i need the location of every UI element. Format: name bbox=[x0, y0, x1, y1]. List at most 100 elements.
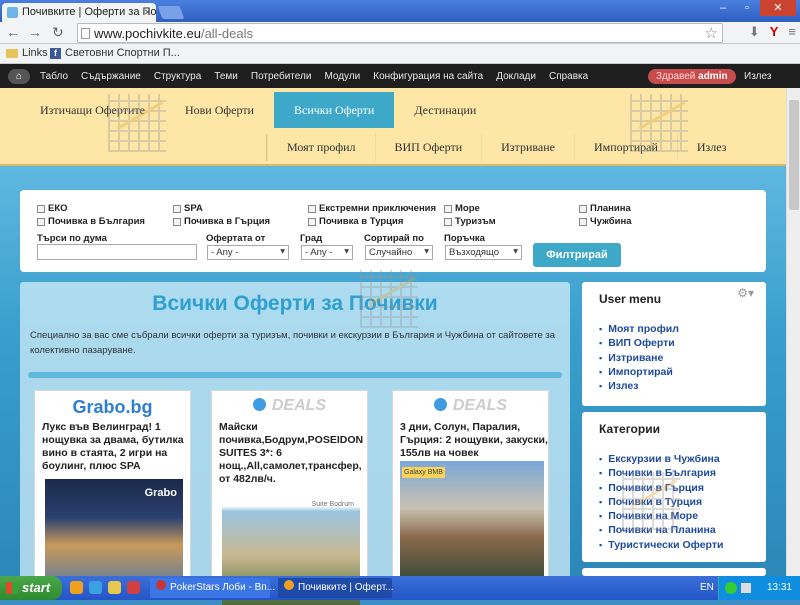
checkbox-box[interactable] bbox=[444, 217, 452, 226]
category-item[interactable]: Туристически Оферти bbox=[599, 538, 723, 552]
new-tab-button[interactable] bbox=[157, 6, 185, 19]
checkbox-box[interactable] bbox=[444, 204, 452, 213]
admin-item-structure[interactable]: Структура bbox=[154, 71, 201, 82]
checkbox-abroad[interactable]: Чужбина bbox=[579, 216, 632, 227]
checkbox-box[interactable] bbox=[308, 217, 316, 226]
gear-icon[interactable]: ⚙▾ bbox=[737, 286, 754, 300]
explorer-icon[interactable] bbox=[108, 581, 121, 594]
source-label: DEALS bbox=[452, 397, 508, 414]
taskbar-item-chrome[interactable]: Почивките | Оферт... bbox=[278, 578, 394, 598]
close-tab-icon[interactable]: × bbox=[144, 5, 151, 19]
media-icon[interactable] bbox=[127, 581, 140, 594]
deal-title[interactable]: 3 дни, Солун, Паралия, Гърция: 2 нощувки… bbox=[400, 421, 548, 460]
close-window-icon[interactable]: ✕ bbox=[760, 0, 796, 16]
checkbox-greece[interactable]: Почивка в Гърция bbox=[173, 216, 270, 227]
nav-my-profile[interactable]: Моят профил bbox=[267, 134, 375, 161]
checkbox-spa[interactable]: SPA bbox=[173, 203, 203, 214]
bookmark-links[interactable]: Links bbox=[6, 47, 48, 59]
user-menu-item[interactable]: Импортирай bbox=[599, 365, 679, 379]
admin-item-modules[interactable]: Модули bbox=[324, 71, 360, 82]
checkbox-box[interactable] bbox=[37, 217, 45, 226]
download-icon[interactable]: ⬇ bbox=[749, 24, 760, 40]
ie-icon[interactable] bbox=[89, 581, 102, 594]
user-menu-item[interactable]: Излез bbox=[599, 379, 679, 393]
watermark-icon bbox=[108, 94, 166, 152]
forward-icon[interactable]: → bbox=[28, 24, 42, 40]
user-menu-item[interactable]: Изтриване bbox=[599, 351, 679, 365]
balloon-icon bbox=[433, 398, 447, 411]
taskbar-item-pokerstars[interactable]: PokerStars Лоби - Вп... bbox=[150, 578, 275, 598]
checkbox-tourism[interactable]: Туризъм bbox=[444, 216, 496, 227]
offer-from-select[interactable]: - Any - bbox=[207, 245, 289, 260]
volume-icon[interactable] bbox=[741, 583, 751, 593]
order-select[interactable]: Възходящо bbox=[445, 245, 522, 260]
user-menu-block: User menu ⚙▾ Моят профил ВИП Оферти Изтр… bbox=[582, 282, 766, 406]
deal-title[interactable]: Лукс във Велинград! 1 нощувка за двама, … bbox=[42, 421, 190, 473]
admin-item-content[interactable]: Съдържание bbox=[81, 71, 141, 82]
nav-destinations[interactable]: Дестинации bbox=[394, 92, 496, 128]
admin-item-dashboard[interactable]: Табло bbox=[40, 71, 68, 82]
admin-item-reports[interactable]: Доклади bbox=[496, 71, 536, 82]
city-select[interactable]: - Any - bbox=[301, 245, 353, 260]
deal-card[interactable]: DEALS 3 дни, Солун, Паралия, Гърция: 2 н… bbox=[392, 390, 549, 580]
admin-logout-link[interactable]: Излез bbox=[744, 71, 771, 82]
category-item[interactable]: Екскурзии в Чужбина bbox=[599, 452, 723, 466]
checkbox-box[interactable] bbox=[37, 204, 45, 213]
user-menu-item[interactable]: Моят профил bbox=[599, 322, 679, 336]
admin-item-themes[interactable]: Теми bbox=[214, 71, 238, 82]
checkbox-box[interactable] bbox=[579, 204, 587, 213]
menu-icon[interactable]: ≡ bbox=[788, 24, 796, 40]
checkbox-extreme[interactable]: Екстремни приключения bbox=[308, 203, 436, 214]
filter-button[interactable]: Филтрирай bbox=[533, 243, 621, 267]
language-indicator[interactable]: EN bbox=[700, 582, 714, 593]
deal-image[interactable]: Galaxy BMB bbox=[400, 461, 544, 579]
user-menu-item[interactable]: ВИП Оферти bbox=[599, 336, 679, 350]
page-scrollbar[interactable] bbox=[786, 88, 800, 576]
deal-image[interactable]: Grabo bbox=[45, 479, 183, 589]
deal-title[interactable]: Майски почивка,Бодрум,POSEIDON SUITES 3*… bbox=[219, 421, 367, 486]
nav-new[interactable]: Нови Оферти bbox=[165, 92, 274, 128]
address-bar[interactable]: www.pochivkite.eu/all-deals ☆ bbox=[77, 23, 723, 43]
browser-tab-strip: Почивките | Оферти за Поч × – ▫ ✕ bbox=[0, 0, 800, 22]
search-input[interactable] bbox=[37, 244, 197, 260]
checkbox-box[interactable] bbox=[173, 204, 181, 213]
offer-from-label: Офертата от bbox=[206, 233, 266, 244]
checkbox-box[interactable] bbox=[579, 217, 587, 226]
checkbox-eco[interactable]: ЕКО bbox=[37, 203, 68, 214]
start-button[interactable]: start bbox=[0, 576, 62, 600]
checkbox-sea[interactable]: Море bbox=[444, 203, 480, 214]
home-icon[interactable]: ⌂ bbox=[8, 69, 30, 84]
yandex-icon[interactable]: Y bbox=[770, 24, 779, 40]
deals-logo: DEALS bbox=[393, 397, 548, 415]
hello-user-badge[interactable]: Здравей admin bbox=[648, 69, 736, 84]
browser-tab[interactable]: Почивките | Оферти за Поч × bbox=[2, 3, 156, 22]
admin-item-users[interactable]: Потребители bbox=[251, 71, 312, 82]
chrome-icon[interactable] bbox=[70, 581, 83, 594]
skype-icon[interactable] bbox=[725, 582, 737, 594]
nav-vip[interactable]: ВИП Оферти bbox=[374, 134, 482, 161]
admin-item-help[interactable]: Справка bbox=[549, 71, 588, 82]
deal-card[interactable]: DEALS Майски почивка,Бодрум,POSEIDON SUI… bbox=[211, 390, 368, 605]
admin-item-config[interactable]: Конфигурация на сайта bbox=[373, 71, 483, 82]
minimize-icon[interactable]: – bbox=[712, 0, 734, 16]
bookmark-sport[interactable]: f Световни Спортни П... bbox=[50, 47, 180, 59]
reload-icon[interactable]: ↻ bbox=[52, 24, 64, 41]
bookmark-star-icon[interactable]: ☆ bbox=[705, 24, 718, 42]
grabo-logo: Grabo.bg bbox=[72, 397, 153, 417]
bookmarks-bar: Links f Световни Спортни П... bbox=[0, 44, 800, 64]
maximize-icon[interactable]: ▫ bbox=[736, 0, 758, 16]
deal-card[interactable]: Grabo.bg Лукс във Велинград! 1 нощувка з… bbox=[34, 390, 191, 589]
clock: 13:31 bbox=[766, 582, 792, 593]
checkbox-box[interactable] bbox=[308, 204, 316, 213]
checkbox-bulgaria[interactable]: Почивка в България bbox=[37, 216, 145, 227]
checkbox-box[interactable] bbox=[173, 217, 181, 226]
nav-all-deals[interactable]: Всички Оферти bbox=[273, 92, 395, 128]
checkbox-turkey[interactable]: Почивка в Турция bbox=[308, 216, 403, 227]
checkbox-mountain[interactable]: Планина bbox=[579, 203, 631, 214]
scrollbar-thumb[interactable] bbox=[789, 100, 799, 210]
nav-delete[interactable]: Изтриване bbox=[481, 134, 574, 161]
sort-select[interactable]: Случайно bbox=[365, 245, 433, 260]
site-favicon-icon bbox=[7, 7, 18, 18]
back-icon[interactable]: ← bbox=[6, 24, 20, 40]
hello-prefix: Здравей bbox=[656, 71, 696, 82]
